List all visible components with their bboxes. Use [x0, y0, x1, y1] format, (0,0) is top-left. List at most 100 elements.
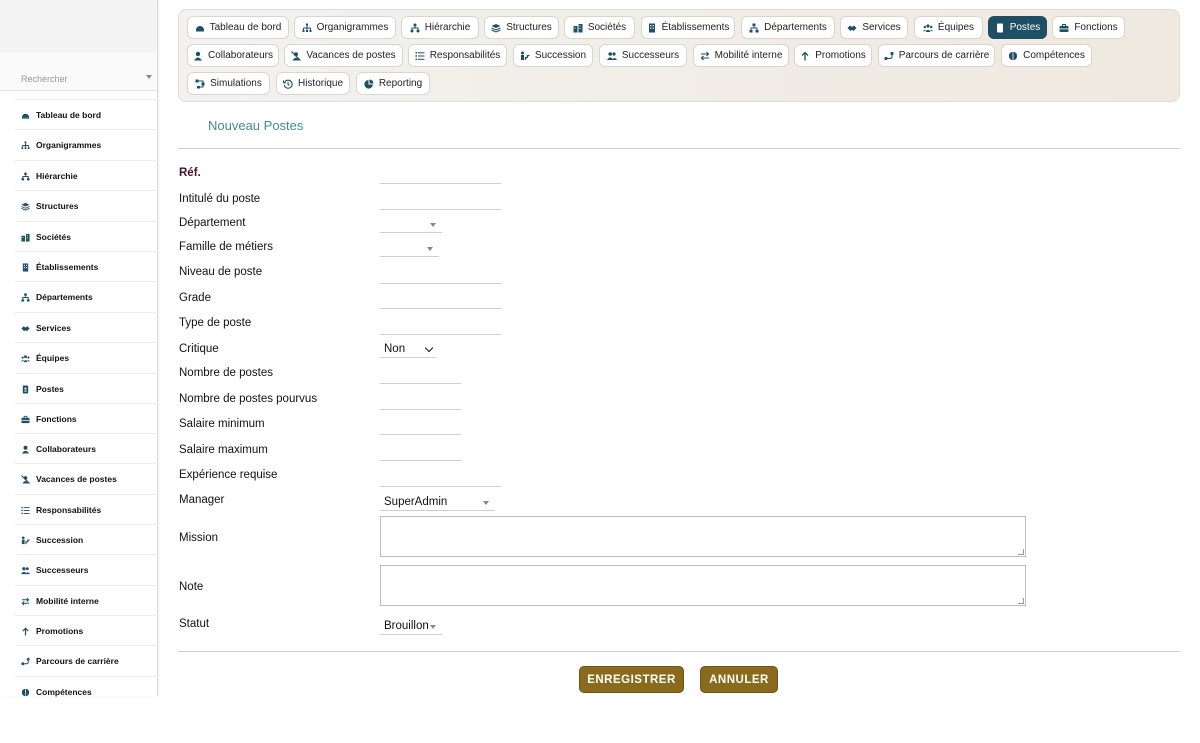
sidebar-item-collaborateurs[interactable]: Collaborateurs — [15, 433, 158, 464]
tab-simulations[interactable]: Simulations — [187, 72, 270, 95]
nombre-input[interactable] — [380, 366, 461, 384]
intitule-input[interactable] — [380, 192, 501, 210]
sidebar-item-label: Postes — [36, 384, 64, 394]
experience-label: Expérience requise — [179, 469, 278, 481]
hierarchy-icon — [410, 23, 420, 33]
sidebar-item-societes[interactable]: Sociétés — [15, 221, 158, 252]
niveau-input[interactable] — [380, 266, 501, 284]
tab-structures[interactable]: Structures — [484, 16, 559, 39]
sidebar-item-label: Successeurs — [36, 565, 89, 575]
tab-reporting[interactable]: Reporting — [356, 72, 430, 95]
statut-select[interactable]: Brouillon — [380, 617, 442, 635]
statut-label: Statut — [179, 618, 210, 630]
tab-etablissements[interactable]: Établissements — [641, 16, 735, 39]
save-button[interactable]: ENREGISTRER — [579, 666, 684, 693]
sitemap-icon — [21, 292, 30, 302]
tab-responsabilites[interactable]: Responsabilités — [408, 44, 507, 67]
tab-postes[interactable]: Postes — [988, 16, 1047, 39]
tab-label: Vacances de postes — [306, 50, 396, 61]
tab-collaborateurs[interactable]: Collaborateurs — [187, 44, 279, 67]
tab-hierarchie[interactable]: Hiérarchie — [401, 16, 479, 39]
sidebar-item-equipes[interactable]: Équipes — [15, 342, 158, 373]
manager-select[interactable]: SuperAdmin — [380, 493, 495, 511]
famille-select[interactable] — [380, 239, 439, 257]
buildings-icon — [573, 23, 583, 33]
salaire-min-input[interactable] — [380, 417, 461, 435]
sidebar: Rechercher Tableau de bord Organigrammes H… — [0, 0, 158, 697]
sidebar-item-mobilite-interne[interactable]: Mobilité interne — [15, 585, 158, 616]
dashboard-icon — [21, 111, 30, 120]
sidebar-item-responsabilites[interactable]: Responsabilités — [15, 494, 158, 525]
sidebar-item-parcours-de-carriere[interactable]: Parcours de carrière — [15, 645, 158, 676]
salaire-max-label: Salaire maximum — [179, 444, 268, 456]
tab-label: Collaborateurs — [207, 50, 274, 61]
brain-icon — [1008, 51, 1018, 61]
sidebar-item-label: Parcours de carrière — [36, 656, 119, 666]
note-textarea[interactable] — [380, 565, 1026, 606]
tab-societes[interactable]: Sociétés — [564, 16, 635, 39]
sidebar-item-succession[interactable]: Succession — [15, 524, 158, 555]
resize-handle-icon[interactable] — [1018, 549, 1024, 555]
tab-mobilite-interne[interactable]: Mobilité interne — [693, 44, 789, 67]
sidebar-item-competences[interactable]: Compétences — [15, 676, 158, 707]
sidebar-item-successeurs[interactable]: Successeurs — [15, 554, 158, 585]
pie-chart-icon — [364, 79, 374, 89]
experience-input[interactable] — [380, 469, 501, 487]
sidebar-item-fonctions[interactable]: Fonctions — [15, 403, 158, 434]
tab-label: Promotions — [815, 50, 866, 61]
sidebar-item-label: Organigrammes — [36, 140, 102, 150]
sidebar-item-label: Vacances de postes — [36, 474, 117, 484]
sidebar-item-hierarchie[interactable]: Hiérarchie — [15, 160, 158, 191]
sidebar-item-tableau-de-bord[interactable]: Tableau de bord — [15, 99, 158, 130]
grade-input[interactable] — [380, 291, 501, 309]
tab-competences[interactable]: Compétences — [1001, 44, 1092, 67]
critique-select[interactable]: Non — [380, 340, 436, 358]
sidebar-item-label: Établissements — [36, 262, 99, 272]
tab-departements[interactable]: Départements — [741, 16, 835, 39]
tab-historique[interactable]: Historique — [276, 72, 350, 95]
sidebar-search[interactable]: Rechercher — [0, 53, 157, 91]
tab-equipes[interactable]: Équipes — [914, 16, 983, 39]
briefcase-icon — [21, 415, 30, 424]
resize-handle-icon[interactable] — [1018, 598, 1024, 604]
divider — [178, 148, 1180, 149]
tab-services[interactable]: Services — [840, 16, 908, 39]
ref-input[interactable] — [380, 166, 501, 184]
mission-textarea[interactable] — [380, 516, 1026, 557]
tab-promotions[interactable]: Promotions — [794, 44, 872, 67]
sidebar-item-departements[interactable]: Départements — [15, 281, 158, 312]
sidebar-item-structures[interactable]: Structures — [15, 190, 158, 221]
tab-fonctions[interactable]: Fonctions — [1052, 16, 1125, 39]
salaire-max-input[interactable] — [380, 443, 461, 461]
route-icon — [884, 51, 894, 61]
sidebar-item-services[interactable]: Services — [15, 312, 158, 343]
exchange-icon — [700, 51, 710, 61]
sidebar-item-etablissements[interactable]: Établissements — [15, 251, 158, 282]
cancel-button[interactable]: ANNULER — [700, 666, 778, 693]
sidebar-item-vacances-de-postes[interactable]: Vacances de postes — [15, 463, 158, 494]
niveau-label: Niveau de poste — [179, 266, 263, 278]
tab-organigrammes[interactable]: Organigrammes — [294, 16, 396, 39]
sidebar-item-postes[interactable]: Postes — [15, 373, 158, 404]
sidebar-item-organigrammes[interactable]: Organigrammes — [15, 129, 158, 160]
pourvus-label: Nombre de postes pourvus — [179, 393, 318, 405]
tab-label: Services — [862, 22, 901, 33]
tab-successeurs[interactable]: Successeurs — [599, 44, 687, 67]
tab-parcours-de-carriere[interactable]: Parcours de carrière — [878, 44, 995, 67]
tab-label: Simulations — [210, 78, 262, 89]
tab-label: Reporting — [378, 78, 423, 89]
succession-icon — [21, 535, 30, 545]
tab-succession[interactable]: Succession — [513, 44, 593, 67]
sidebar-item-label: Fonctions — [36, 414, 77, 424]
departement-select[interactable] — [380, 215, 442, 233]
tab-vacances-de-postes[interactable]: Vacances de postes — [284, 44, 403, 67]
handshake-icon — [21, 324, 30, 333]
pourvus-input[interactable] — [380, 392, 461, 410]
diagram-icon — [195, 79, 205, 89]
dashboard-icon — [195, 23, 205, 33]
sidebar-item-promotions[interactable]: Promotions — [15, 615, 158, 646]
type-input[interactable] — [380, 317, 501, 335]
team-icon — [21, 354, 30, 363]
sidebar-item-label: Équipes — [36, 353, 70, 363]
tab-tableau-de-bord[interactable]: Tableau de bord — [187, 16, 289, 39]
